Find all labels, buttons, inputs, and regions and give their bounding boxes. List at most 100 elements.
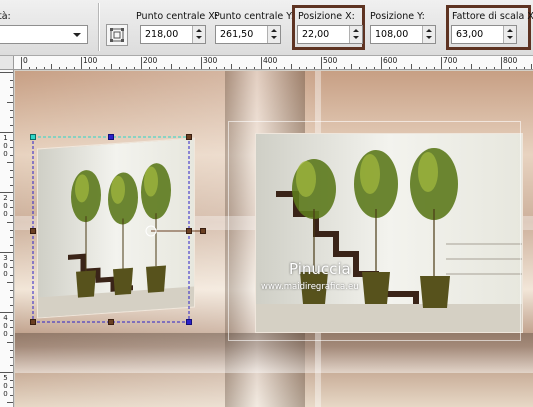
edge-handle-left[interactable] (30, 228, 36, 234)
ruler-corner (0, 56, 14, 70)
ruler-tick (10, 117, 13, 118)
arrow-down-icon (353, 36, 359, 39)
ruler-tick (21, 57, 22, 69)
ruler-tick (291, 64, 292, 69)
ruler-label: 0 (23, 56, 28, 65)
position-x-label: Posizione X: (298, 11, 355, 22)
edge-handle-right[interactable] (186, 228, 192, 234)
arrow-up-icon (196, 29, 202, 32)
ruler-tick (171, 64, 172, 69)
ruler-tick (103, 67, 105, 69)
ruler-label: 3 0 0 (3, 254, 8, 278)
ruler-tick (10, 357, 13, 358)
ruler-tick (10, 184, 13, 186)
ruler-tick (336, 67, 337, 69)
ruler-tick (433, 67, 435, 69)
ruler-tick (388, 67, 390, 69)
ruler-tick (133, 67, 135, 69)
edge-handle-top[interactable] (108, 134, 114, 140)
ruler-label: 2 0 0 (3, 194, 8, 218)
position-y-spinner[interactable] (422, 26, 435, 43)
arrow-up-icon (426, 29, 432, 32)
ruler-tick (306, 67, 307, 69)
ruler-tick (10, 379, 13, 381)
center-y-spinner[interactable] (267, 26, 280, 43)
ruler-tick (298, 67, 300, 69)
chevron-down-icon (73, 33, 81, 37)
ruler-tick (463, 67, 465, 69)
center-y-input[interactable]: 261,50 (215, 25, 281, 44)
center-x-value: 218,00 (145, 29, 179, 40)
position-y-input[interactable]: 108,00 (370, 25, 436, 44)
ruler-tick (10, 319, 13, 321)
ruler-tick (313, 67, 315, 69)
ruler-tick (283, 67, 285, 69)
ruler-tick (36, 67, 37, 69)
ruler-tick (0, 72, 13, 73)
arrow-up-icon (507, 29, 513, 32)
ruler-label: 4 0 0 (3, 314, 8, 338)
ruler-tick (223, 67, 225, 69)
mode-label: tà: (0, 11, 11, 22)
ruler-tick (7, 402, 13, 403)
corner-handle-top-right[interactable] (186, 134, 192, 140)
corner-handle-bottom-right[interactable] (186, 319, 192, 325)
ruler-tick (10, 154, 13, 156)
ruler-horizontal: 0 100 200 300 400 500 600 700 800 (14, 56, 533, 70)
ruler-tick (51, 64, 52, 69)
ruler-tick (201, 57, 202, 69)
scale-x-spinner[interactable] (503, 26, 516, 43)
ruler-tick (261, 57, 262, 69)
ruler-tick (10, 297, 13, 298)
ruler-tick (0, 372, 13, 373)
position-y-label: Posizione Y: (370, 11, 425, 22)
pick-tool-icon[interactable] (106, 24, 128, 46)
ruler-tick (411, 64, 412, 69)
ruler-tick (10, 244, 13, 246)
ruler-tick (231, 64, 232, 69)
ruler-tick (366, 67, 367, 69)
center-x-input[interactable]: 218,00 (140, 25, 206, 44)
ruler-tick (321, 57, 322, 69)
ruler-tick (508, 67, 510, 69)
center-x-spinner[interactable] (192, 26, 205, 43)
ruler-label: 500 (323, 56, 338, 65)
arrow-down-icon (426, 36, 432, 39)
ruler-tick (358, 67, 360, 69)
ruler-tick (148, 67, 150, 69)
ruler-tick (10, 147, 13, 148)
ruler-tick (7, 342, 13, 343)
scale-x-value: 63,00 (456, 29, 484, 40)
ruler-tick (156, 67, 157, 69)
corner-handle-bottom-left[interactable] (30, 319, 36, 325)
ruler-tick (10, 304, 13, 306)
image-canvas[interactable]: Pinuccia www.maidiregrafica.eu (15, 71, 533, 407)
ruler-tick (28, 67, 30, 69)
ruler-tick (0, 312, 13, 313)
ruler-tick (10, 289, 13, 291)
arrow-down-icon (271, 36, 277, 39)
mode-dropdown[interactable] (0, 25, 88, 44)
scale-x-input[interactable]: 63,00 (451, 25, 517, 44)
ruler-tick (111, 64, 112, 69)
arrow-down-icon (196, 36, 202, 39)
ruler-tick (10, 267, 13, 268)
ruler-tick (351, 64, 352, 69)
ruler-label: 100 (83, 56, 98, 65)
position-x-input[interactable]: 22,00 (297, 25, 363, 44)
ruler-tick (73, 67, 75, 69)
center-y-value: 261,50 (220, 29, 254, 40)
edge-handle-bottom[interactable] (108, 319, 114, 325)
ruler-tick (10, 79, 13, 81)
ruler-tick (478, 67, 480, 69)
tool-options-bar: tà: Punto centrale X: 218,00 Punto centr… (0, 0, 533, 56)
ruler-label: 5 0 0 (3, 374, 8, 398)
rotation-handle[interactable] (200, 228, 206, 234)
ruler-tick (493, 67, 495, 69)
ruler-tick (396, 67, 397, 69)
toolbar-separator (98, 3, 99, 51)
corner-handle-top-left[interactable] (30, 134, 36, 140)
position-x-spinner[interactable] (349, 26, 362, 43)
arrow-down-icon (507, 36, 513, 39)
ruler-label: 800 (503, 56, 518, 65)
